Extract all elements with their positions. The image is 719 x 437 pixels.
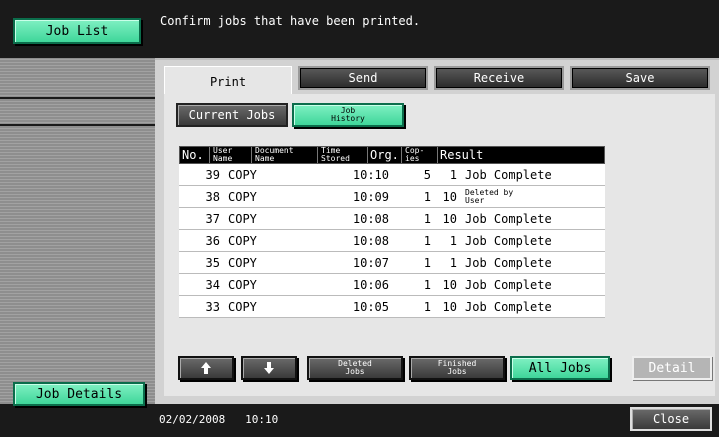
scroll-up-button[interactable]: [178, 356, 234, 380]
cell-time: 10:05: [352, 299, 389, 314]
tab-send[interactable]: Send: [298, 66, 428, 90]
table-row[interactable]: 34 COPY 10:06 1 10 Job Complete: [179, 274, 605, 296]
cell-org: 1: [423, 255, 431, 270]
cell-result: Job Complete: [465, 233, 552, 248]
table-header: No. User Name Document Name Time Stored …: [179, 146, 605, 164]
cell-no: 39: [205, 167, 220, 182]
finished-jobs-label-2: Jobs: [447, 367, 467, 376]
header-user-name-2: Name: [213, 154, 233, 163]
job-history-button[interactable]: Job History: [292, 103, 404, 127]
cell-time: 10:09: [352, 189, 389, 204]
header-doc-name-2: Name: [255, 154, 275, 163]
table-row[interactable]: 33 COPY 10:05 1 10 Job Complete: [179, 296, 605, 318]
header-document-name: Document Name: [251, 147, 317, 163]
tab-save[interactable]: Save: [570, 66, 710, 90]
cell-time: 10:06: [352, 277, 389, 292]
table-row[interactable]: 35 COPY 10:07 1 1 Job Complete: [179, 252, 605, 274]
cell-result: Job Complete: [465, 255, 552, 270]
arrow-up-icon: [201, 362, 211, 374]
cell-time: 10:10: [352, 167, 389, 182]
cell-no: 34: [205, 277, 220, 292]
cell-no: 38: [205, 189, 220, 204]
header-copies: Cop- ies: [401, 147, 437, 163]
header-result: Result: [437, 147, 604, 163]
cell-result-line2: User: [465, 195, 485, 205]
cell-user: COPY: [228, 189, 257, 204]
cell-copies: 1: [449, 167, 457, 182]
cell-copies: 10: [442, 299, 457, 314]
cell-copies: 10: [442, 211, 457, 226]
arrow-down-icon: [264, 362, 274, 374]
cell-org: 1: [423, 277, 431, 292]
cell-time: 10:08: [352, 211, 389, 226]
table-row[interactable]: 38 COPY 10:09 1 10 Deleted by User: [179, 186, 605, 208]
cell-org: 1: [423, 211, 431, 226]
left-sidebar-strip: [0, 58, 155, 408]
cell-org: 1: [423, 233, 431, 248]
cell-result: Job Complete: [465, 211, 552, 226]
cell-no: 36: [205, 233, 220, 248]
job-list-button[interactable]: Job List: [13, 18, 141, 44]
cell-result: Job Complete: [465, 167, 552, 182]
header-user-name: User Name: [209, 147, 251, 163]
cell-time: 10:08: [352, 233, 389, 248]
tab-receive[interactable]: Receive: [434, 66, 564, 90]
job-history-table: No. User Name Document Name Time Stored …: [179, 146, 605, 318]
cell-no: 35: [205, 255, 220, 270]
job-history-label-line2: History: [331, 114, 365, 123]
cell-time: 10:07: [352, 255, 389, 270]
deleted-jobs-label-2: Jobs: [345, 367, 365, 376]
cell-org: 5: [423, 167, 431, 182]
current-jobs-button[interactable]: Current Jobs: [176, 103, 288, 127]
cell-no: 33: [205, 299, 220, 314]
table-row[interactable]: 37 COPY 10:08 1 10 Job Complete: [179, 208, 605, 230]
cell-result: Job Complete: [465, 299, 552, 314]
cell-org: 1: [423, 299, 431, 314]
close-button[interactable]: Close: [630, 407, 712, 431]
cell-user: COPY: [228, 167, 257, 182]
footer-time: 10:10: [245, 413, 279, 426]
job-details-area: [0, 404, 155, 437]
header-no: No.: [182, 148, 204, 162]
header-copies-2: ies: [405, 154, 420, 163]
instruction-message: Confirm jobs that have been printed.: [160, 14, 421, 28]
cell-copies: 1: [449, 255, 457, 270]
all-jobs-button[interactable]: All Jobs: [510, 356, 610, 380]
detail-button[interactable]: Detail: [632, 356, 712, 380]
cell-result-line1: Deleted by: [465, 187, 514, 197]
cell-copies: 10: [442, 189, 457, 204]
footer-date: 02/02/2008: [159, 413, 226, 426]
cell-user: COPY: [228, 277, 257, 292]
deleted-jobs-button[interactable]: Deleted Jobs: [307, 356, 403, 380]
cell-result: Job Complete: [465, 277, 552, 292]
sidebar-divider: [0, 124, 155, 126]
header-time-stored: Time Stored: [317, 147, 367, 163]
cell-org: 1: [423, 189, 431, 204]
finished-jobs-button[interactable]: Finished Jobs: [409, 356, 505, 380]
cell-copies: 1: [449, 233, 457, 248]
cell-user: COPY: [228, 211, 257, 226]
cell-user: COPY: [228, 233, 257, 248]
cell-user: COPY: [228, 255, 257, 270]
table-row[interactable]: 36 COPY 10:08 1 1 Job Complete: [179, 230, 605, 252]
cell-user: COPY: [228, 299, 257, 314]
cell-result: Deleted by User: [457, 187, 605, 205]
header-time-2: Stored: [321, 154, 350, 163]
job-details-button[interactable]: Job Details: [13, 382, 145, 406]
tab-print[interactable]: Print: [164, 66, 292, 96]
cell-copies: 10: [442, 277, 457, 292]
table-row[interactable]: 39 COPY 10:10 5 1 Job Complete: [179, 164, 605, 186]
header-org: Org.: [367, 147, 401, 163]
sidebar-divider: [0, 97, 155, 99]
cell-no: 37: [205, 211, 220, 226]
scroll-down-button[interactable]: [241, 356, 297, 380]
footer-datetime: 02/02/2008 10:10: [159, 413, 278, 426]
